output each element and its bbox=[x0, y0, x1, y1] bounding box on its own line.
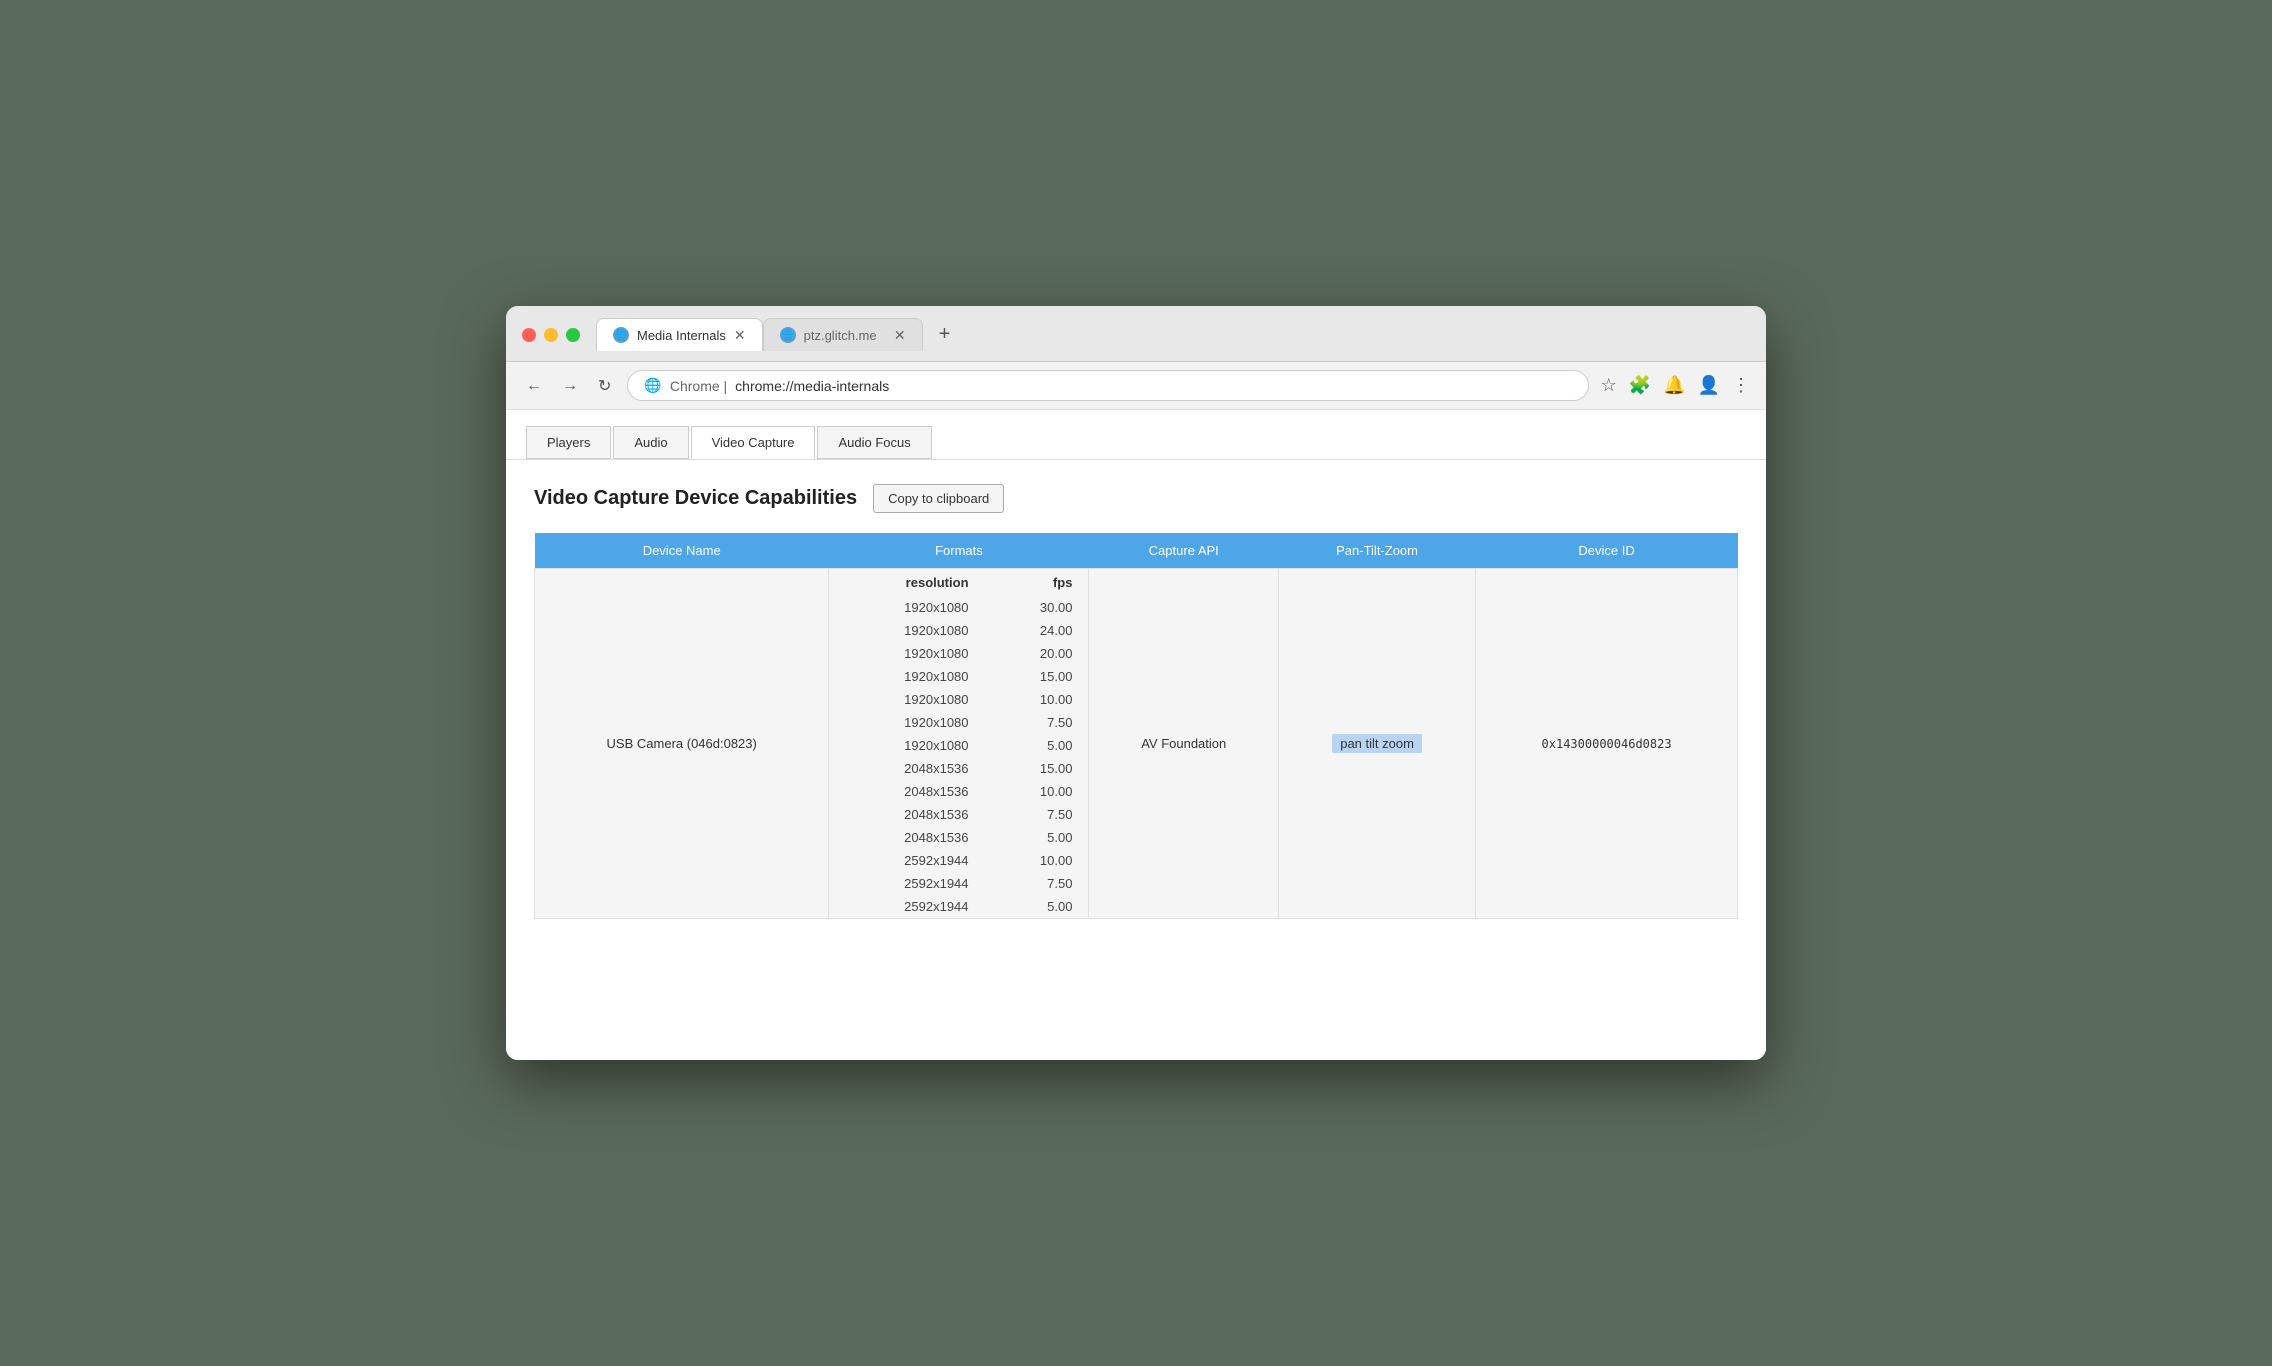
format-row-8: 2048x1536 15.00 bbox=[829, 757, 1088, 780]
profile-button[interactable]: 👤 bbox=[1698, 375, 1720, 396]
ptz-cell: pan tilt zoom bbox=[1279, 569, 1476, 919]
reload-button[interactable]: ↻ bbox=[594, 372, 615, 400]
format-fps-14: 5.00 bbox=[985, 895, 1089, 918]
format-fps-1: 30.00 bbox=[985, 596, 1089, 619]
format-res-11: 2048x1536 bbox=[829, 826, 984, 849]
window-controls bbox=[522, 328, 580, 342]
capture-api-cell: AV Foundation bbox=[1089, 569, 1279, 919]
format-res-12: 2592x1944 bbox=[829, 849, 984, 872]
maximize-window-button[interactable] bbox=[566, 328, 580, 342]
format-row-11: 2048x1536 5.00 bbox=[829, 826, 1088, 849]
title-bar: 🌐 Media Internals ✕ 🌐 ptz.glitch.me ✕ + bbox=[506, 306, 1766, 362]
format-row-6: 1920x1080 7.50 bbox=[829, 711, 1088, 734]
format-res-9: 2048x1536 bbox=[829, 780, 984, 803]
minimize-window-button[interactable] bbox=[544, 328, 558, 342]
tab-icon-ptz: 🌐 bbox=[780, 327, 796, 343]
device-id-cell: 0x14300000046d0823 bbox=[1476, 569, 1738, 919]
forward-button[interactable]: → bbox=[558, 373, 582, 399]
format-res-1: 1920x1080 bbox=[829, 596, 984, 619]
format-fps-7: 5.00 bbox=[985, 734, 1089, 757]
address-prefix: Chrome | bbox=[670, 378, 727, 394]
formats-header-row: resolution fps bbox=[829, 569, 1088, 596]
format-row-12: 2592x1944 10.00 bbox=[829, 849, 1088, 872]
format-row-13: 2592x1944 7.50 bbox=[829, 872, 1088, 895]
tab-icon-media-internals: 🌐 bbox=[613, 327, 629, 343]
address-url: chrome://media-internals bbox=[735, 378, 889, 394]
format-row-7: 1920x1080 5.00 bbox=[829, 734, 1088, 757]
tab-close-ptz[interactable]: ✕ bbox=[894, 328, 906, 342]
internal-tabs: Players Audio Video Capture Audio Focus bbox=[506, 410, 1766, 460]
format-fps-9: 10.00 bbox=[985, 780, 1089, 803]
copy-to-clipboard-button[interactable]: Copy to clipboard bbox=[873, 484, 1004, 513]
tab-media-internals[interactable]: 🌐 Media Internals ✕ bbox=[596, 318, 763, 351]
format-row-5: 1920x1080 10.00 bbox=[829, 688, 1088, 711]
format-row-10: 2048x1536 7.50 bbox=[829, 803, 1088, 826]
address-bar: ← → ↻ 🌐 Chrome | chrome://media-internal… bbox=[506, 362, 1766, 410]
col-header-device-name: Device Name bbox=[535, 533, 829, 569]
browser-window: 🌐 Media Internals ✕ 🌐 ptz.glitch.me ✕ + … bbox=[506, 306, 1766, 1060]
tab-video-capture[interactable]: Video Capture bbox=[691, 426, 816, 459]
format-fps-5: 10.00 bbox=[985, 688, 1089, 711]
col-header-ptz: Pan-Tilt-Zoom bbox=[1279, 533, 1476, 569]
format-res-7: 1920x1080 bbox=[829, 734, 984, 757]
close-window-button[interactable] bbox=[522, 328, 536, 342]
device-name-cell: USB Camera (046d:0823) bbox=[535, 569, 829, 919]
add-tab-button[interactable]: + bbox=[931, 319, 959, 350]
format-res-8: 2048x1536 bbox=[829, 757, 984, 780]
format-row-1: 1920x1080 30.00 bbox=[829, 596, 1088, 619]
format-res-3: 1920x1080 bbox=[829, 642, 984, 665]
device-capabilities-table: Device Name Formats Capture API Pan-Tilt… bbox=[534, 533, 1738, 919]
formats-sub-header-resolution: resolution bbox=[829, 569, 984, 596]
format-row-2: 1920x1080 24.00 bbox=[829, 619, 1088, 642]
address-security-icon: 🌐 bbox=[644, 377, 661, 394]
address-input-field[interactable]: 🌐 Chrome | chrome://media-internals bbox=[627, 370, 1588, 401]
format-row-4: 1920x1080 15.00 bbox=[829, 665, 1088, 688]
col-header-capture-api: Capture API bbox=[1089, 533, 1279, 569]
format-fps-4: 15.00 bbox=[985, 665, 1089, 688]
ptz-value: pan tilt zoom bbox=[1332, 734, 1422, 753]
extensions-button[interactable]: 🧩 bbox=[1629, 375, 1651, 396]
format-fps-3: 20.00 bbox=[985, 642, 1089, 665]
bell-button[interactable]: 🔔 bbox=[1663, 375, 1685, 396]
table-row: USB Camera (046d:0823) resolution fps 19… bbox=[535, 569, 1738, 919]
format-fps-10: 7.50 bbox=[985, 803, 1089, 826]
format-res-5: 1920x1080 bbox=[829, 688, 984, 711]
toolbar-icons: ☆ 🧩 🔔 👤 ⋮ bbox=[1601, 375, 1750, 396]
tab-audio-focus[interactable]: Audio Focus bbox=[817, 426, 931, 459]
tab-label-ptz: ptz.glitch.me bbox=[804, 328, 877, 343]
tab-label-media-internals: Media Internals bbox=[637, 328, 726, 343]
col-header-formats: Formats bbox=[829, 533, 1089, 569]
formats-sub-header-fps: fps bbox=[985, 569, 1089, 596]
col-header-device-id: Device ID bbox=[1476, 533, 1738, 569]
browser-tabs: 🌐 Media Internals ✕ 🌐 ptz.glitch.me ✕ + bbox=[596, 318, 958, 351]
format-res-4: 1920x1080 bbox=[829, 665, 984, 688]
tab-audio[interactable]: Audio bbox=[613, 426, 688, 459]
formats-inner: resolution fps 1920x1080 30.00 1920x1080… bbox=[829, 569, 1088, 918]
format-row-14: 2592x1944 5.00 bbox=[829, 895, 1088, 918]
format-fps-6: 7.50 bbox=[985, 711, 1089, 734]
format-res-2: 1920x1080 bbox=[829, 619, 984, 642]
format-res-10: 2048x1536 bbox=[829, 803, 984, 826]
format-fps-2: 24.00 bbox=[985, 619, 1089, 642]
format-res-14: 2592x1944 bbox=[829, 895, 984, 918]
section-title: Video Capture Device Capabilities bbox=[534, 487, 857, 510]
star-button[interactable]: ☆ bbox=[1601, 375, 1617, 396]
section-title-row: Video Capture Device Capabilities Copy t… bbox=[534, 484, 1738, 513]
page-content: Players Audio Video Capture Audio Focus … bbox=[506, 410, 1766, 1060]
back-button[interactable]: ← bbox=[522, 373, 546, 399]
formats-cell: resolution fps 1920x1080 30.00 1920x1080… bbox=[829, 569, 1089, 919]
format-fps-11: 5.00 bbox=[985, 826, 1089, 849]
format-res-6: 1920x1080 bbox=[829, 711, 984, 734]
tab-close-media-internals[interactable]: ✕ bbox=[734, 328, 746, 342]
format-row-9: 2048x1536 10.00 bbox=[829, 780, 1088, 803]
tab-players[interactable]: Players bbox=[526, 426, 611, 459]
format-fps-8: 15.00 bbox=[985, 757, 1089, 780]
format-fps-13: 7.50 bbox=[985, 872, 1089, 895]
format-fps-12: 10.00 bbox=[985, 849, 1089, 872]
main-content: Video Capture Device Capabilities Copy t… bbox=[506, 460, 1766, 1060]
format-row-3: 1920x1080 20.00 bbox=[829, 642, 1088, 665]
format-res-13: 2592x1944 bbox=[829, 872, 984, 895]
menu-button[interactable]: ⋮ bbox=[1732, 375, 1750, 396]
tab-ptz-glitch[interactable]: 🌐 ptz.glitch.me ✕ bbox=[763, 318, 923, 351]
